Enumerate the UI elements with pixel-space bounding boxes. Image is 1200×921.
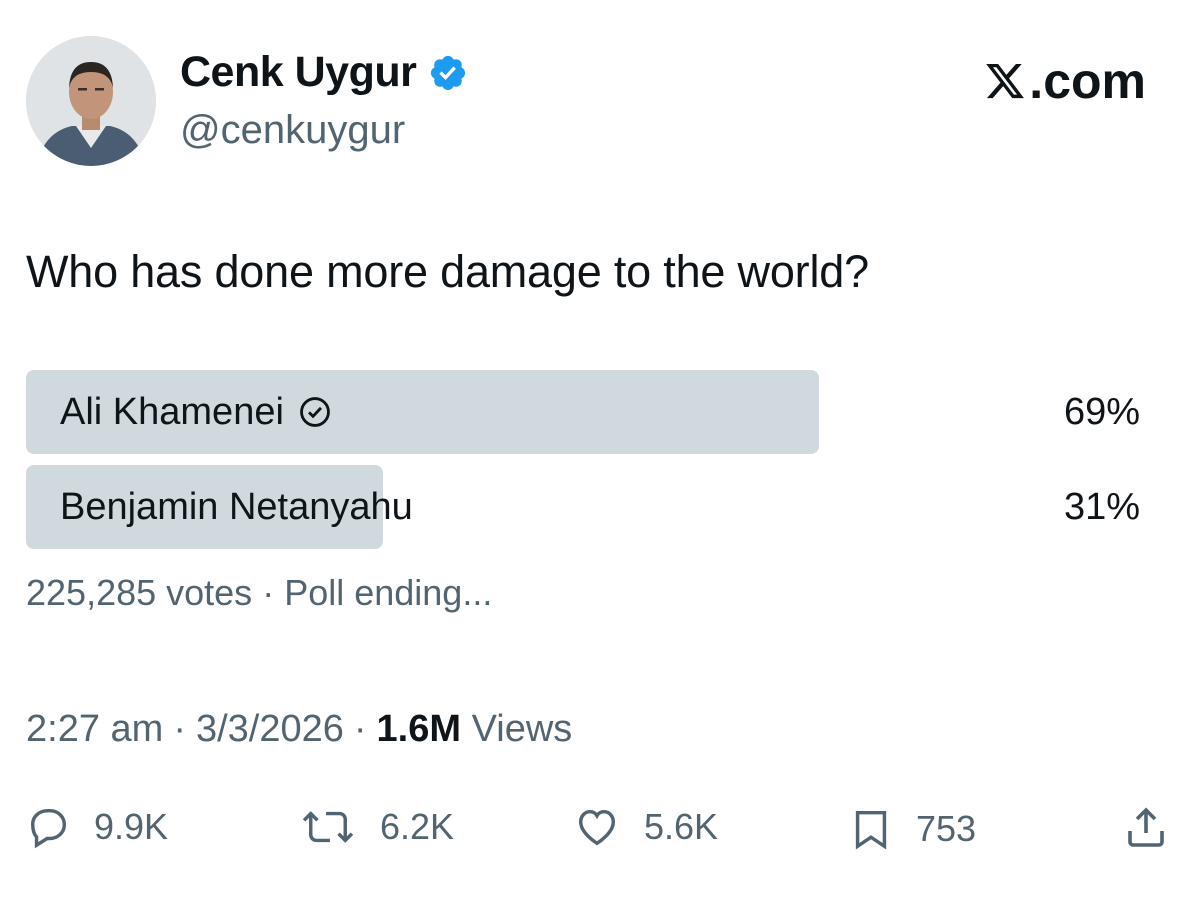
- tweet-timestamp-row: 2:27 am · 3/3/2026 · 1.6M Views: [26, 708, 572, 751]
- share-icon: [1128, 807, 1164, 847]
- bookmark-button[interactable]: 753: [848, 804, 976, 854]
- avatar[interactable]: [26, 36, 156, 166]
- bookmark-count: 753: [916, 808, 977, 849]
- bookmark-icon: [855, 810, 887, 850]
- views-count: 1.6M: [376, 708, 462, 750]
- poll-option-2: Benjamin Netanyahu 31%: [26, 465, 1146, 549]
- reply-icon: [30, 808, 67, 849]
- brand-label: .com: [1029, 53, 1146, 109]
- poll-option-percent: 69%: [1063, 390, 1140, 433]
- action-bar: 9.9K 6.2K 5.6K 753: [0, 800, 1200, 860]
- author-handle[interactable]: @cenkuygur: [180, 108, 405, 153]
- separator: ·: [262, 572, 275, 613]
- share-button[interactable]: [1122, 802, 1170, 852]
- poll-status: Poll ending...: [284, 572, 493, 613]
- separator: ·: [353, 708, 367, 750]
- like-count: 5.6K: [644, 806, 719, 847]
- poll-option-1: Ali Khamenei 69%: [26, 370, 1146, 454]
- repost-button[interactable]: 6.2K: [298, 804, 454, 850]
- poll-votes: 225,285 votes: [26, 572, 253, 613]
- heart-icon: [578, 809, 616, 846]
- reply-count: 9.9K: [94, 806, 169, 847]
- poll-option-percent: 31%: [1063, 485, 1140, 528]
- reply-button[interactable]: 9.9K: [26, 804, 168, 850]
- views-label: Views: [471, 708, 573, 750]
- author-name-row[interactable]: Cenk Uygur: [180, 48, 468, 97]
- poll-option-label: Ali Khamenei: [60, 390, 284, 433]
- tweet-time[interactable]: 2:27 am: [26, 708, 163, 751]
- tweet-date[interactable]: 3/3/2026: [196, 708, 344, 751]
- verified-badge-icon[interactable]: [428, 53, 468, 93]
- poll-meta: 225,285 votes · Poll ending...: [26, 572, 492, 614]
- brand-mark: .com: [983, 52, 1146, 110]
- tweet-text: Who has done more damage to the world?: [26, 246, 869, 297]
- repost-count: 6.2K: [380, 806, 455, 847]
- x-logo-icon: [986, 63, 1025, 99]
- like-button[interactable]: 5.6K: [572, 804, 718, 850]
- avatar-image: [26, 36, 156, 166]
- author-name[interactable]: Cenk Uygur: [180, 48, 417, 97]
- check-circle-icon: [298, 395, 332, 429]
- poll-option-label: Benjamin Netanyahu: [60, 485, 413, 528]
- separator: ·: [173, 708, 186, 750]
- repost-icon: [302, 811, 354, 843]
